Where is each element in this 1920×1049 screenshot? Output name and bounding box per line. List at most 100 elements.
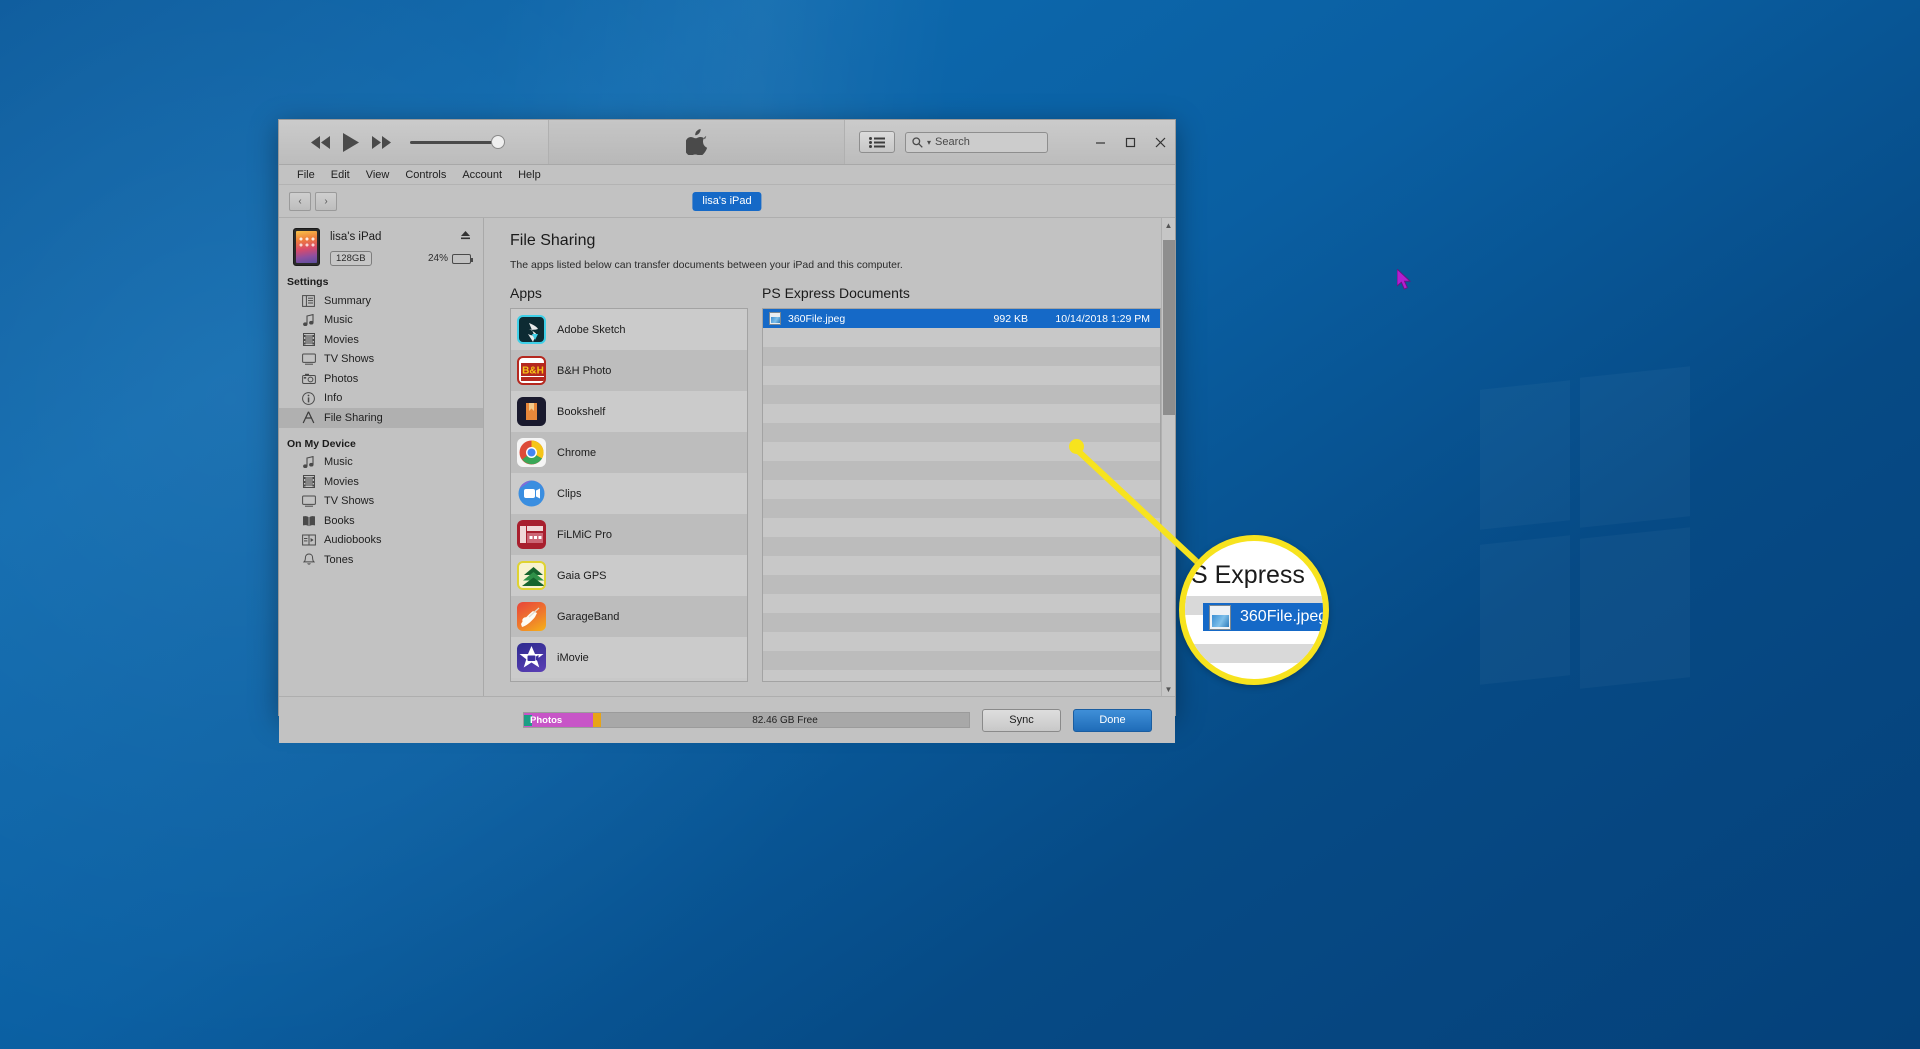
- scroll-track[interactable]: [1162, 232, 1175, 682]
- app-row[interactable]: Gaia GPS: [511, 555, 747, 596]
- sidebar-item-audiobooks[interactable]: Audiobooks: [279, 531, 483, 551]
- document-empty-row: [763, 670, 1160, 681]
- menu-item-account[interactable]: Account: [454, 169, 510, 181]
- sidebar-item-tones[interactable]: Tones: [279, 550, 483, 570]
- document-empty-row: [763, 480, 1160, 499]
- sidebar-item-books[interactable]: Books: [279, 511, 483, 531]
- scroll-up-icon[interactable]: ▲: [1162, 218, 1175, 232]
- clips-icon: [517, 479, 546, 508]
- device-summary[interactable]: lisa's iPad 128GB 24%: [279, 226, 483, 266]
- sidebar-item-summary[interactable]: Summary: [279, 291, 483, 311]
- documents-list[interactable]: 360File.jpeg 992 KB 10/14/2018 1:29 PM: [762, 308, 1161, 682]
- sidebar-item-label: Photos: [324, 372, 359, 385]
- jpeg-file-icon: [769, 312, 781, 325]
- document-empty-row: [763, 613, 1160, 632]
- gaia-gps-icon: [517, 561, 546, 590]
- forward-button[interactable]: ›: [315, 191, 337, 211]
- app-row[interactable]: Chrome: [511, 432, 747, 473]
- battery-indicator: 24%: [428, 253, 473, 264]
- eject-icon[interactable]: [460, 230, 471, 244]
- filmic-pro-icon: [517, 520, 546, 549]
- maximize-button[interactable]: [1115, 127, 1145, 157]
- scroll-down-icon[interactable]: ▼: [1162, 682, 1175, 696]
- sidebar-item-label: Movies: [324, 333, 359, 346]
- document-empty-row: [763, 328, 1160, 347]
- app-name: GarageBand: [557, 610, 620, 623]
- apps-header: Apps: [510, 285, 542, 301]
- rewind-icon[interactable]: [311, 135, 330, 149]
- audiobook-icon: [301, 533, 316, 547]
- device-tab[interactable]: lisa's iPad: [692, 191, 762, 211]
- sidebar-item-label: Tones: [324, 553, 354, 566]
- sidebar-item-info[interactable]: Info: [279, 389, 483, 409]
- play-icon[interactable]: [343, 132, 359, 152]
- books-icon: [301, 514, 316, 528]
- sidebar-item-music[interactable]: Music: [279, 311, 483, 331]
- wallpaper-shape: [1480, 380, 1570, 529]
- app-row[interactable]: B&H B&H Photo: [511, 350, 747, 391]
- sidebar-item-device-movies[interactable]: Movies: [279, 472, 483, 492]
- document-row[interactable]: 360File.jpeg 992 KB 10/14/2018 1:29 PM: [763, 309, 1160, 328]
- magnifier-lens: S Express 360File.jpeg: [1179, 535, 1329, 685]
- menu-item-help[interactable]: Help: [510, 169, 549, 181]
- volume-knob[interactable]: [491, 135, 505, 149]
- apps-list[interactable]: Adobe Sketch B&H B&H Photo Bookshelf Chr…: [510, 308, 748, 682]
- menu-item-controls[interactable]: Controls: [397, 169, 454, 181]
- app-row[interactable]: GarageBand: [511, 596, 747, 637]
- app-name: iMovie: [557, 651, 589, 664]
- apps-column: Apps Adobe Sketch B&H B&H Photo Bookshel…: [510, 285, 748, 682]
- chrome-icon: [517, 438, 546, 467]
- apple-logo-icon: [685, 129, 707, 155]
- document-empty-row: [763, 404, 1160, 423]
- tv-icon: [301, 352, 316, 366]
- document-empty-row: [763, 347, 1160, 366]
- app-row[interactable]: Adobe Sketch: [511, 309, 747, 350]
- volume-track: [410, 140, 496, 144]
- app-row[interactable]: Bookshelf: [511, 391, 747, 432]
- app-row[interactable]: FiLMiC Pro: [511, 514, 747, 555]
- adobe-sketch-icon: [517, 315, 546, 344]
- sidebar-item-movies[interactable]: Movies: [279, 330, 483, 350]
- status-display-area: [549, 120, 845, 164]
- document-empty-row: [763, 594, 1160, 613]
- search-input[interactable]: ▾ Search: [905, 131, 1048, 153]
- sidebar-item-label: Music: [324, 456, 353, 469]
- app-row[interactable]: Clips: [511, 473, 747, 514]
- sidebar-item-label: File Sharing: [324, 411, 383, 424]
- minimize-button[interactable]: [1085, 127, 1115, 157]
- document-empty-row: [763, 366, 1160, 385]
- back-button[interactable]: ‹: [289, 191, 311, 211]
- sidebar-item-label: TV Shows: [324, 495, 375, 508]
- document-empty-row: [763, 651, 1160, 670]
- search-placeholder: Search: [935, 136, 970, 148]
- menu-item-view[interactable]: View: [358, 169, 398, 181]
- app-name: Clips: [557, 487, 582, 500]
- maximize-icon: [1125, 137, 1135, 147]
- close-button[interactable]: [1145, 127, 1175, 157]
- device-capacity-badge: 128GB: [330, 251, 372, 266]
- sidebar-item-tv-shows[interactable]: TV Shows: [279, 350, 483, 370]
- documents-column: PS Express Documents 360File.jpeg 992 KB…: [762, 285, 1161, 682]
- sidebar-item-device-music[interactable]: Music: [279, 453, 483, 473]
- list-view-button[interactable]: [859, 131, 895, 153]
- fast-forward-icon[interactable]: [372, 135, 391, 149]
- close-icon: [1155, 137, 1165, 147]
- sync-button[interactable]: Sync: [982, 708, 1061, 732]
- sidebar-item-device-tv-shows[interactable]: TV Shows: [279, 492, 483, 512]
- menu-item-edit[interactable]: Edit: [323, 169, 358, 181]
- done-button[interactable]: Done: [1073, 708, 1152, 732]
- search-dropdown-icon[interactable]: ▾: [927, 138, 931, 147]
- document-empty-row: [763, 499, 1160, 518]
- navigation-bar: ‹ › lisa's iPad: [279, 185, 1175, 218]
- mouse-cursor: [1397, 269, 1412, 290]
- sidebar-item-photos[interactable]: Photos: [279, 369, 483, 389]
- capacity-segment-label: Photos: [524, 714, 562, 726]
- sidebar-item-file-sharing[interactable]: File Sharing: [279, 408, 483, 428]
- scroll-thumb[interactable]: [1163, 240, 1175, 415]
- volume-slider[interactable]: [410, 135, 505, 149]
- app-row[interactable]: iMovie: [511, 637, 747, 678]
- vertical-scrollbar[interactable]: ▲ ▼: [1161, 218, 1175, 696]
- film-strip-icon: [301, 333, 316, 347]
- menu-item-file[interactable]: File: [289, 169, 323, 181]
- sidebar-item-label: Movies: [324, 475, 359, 488]
